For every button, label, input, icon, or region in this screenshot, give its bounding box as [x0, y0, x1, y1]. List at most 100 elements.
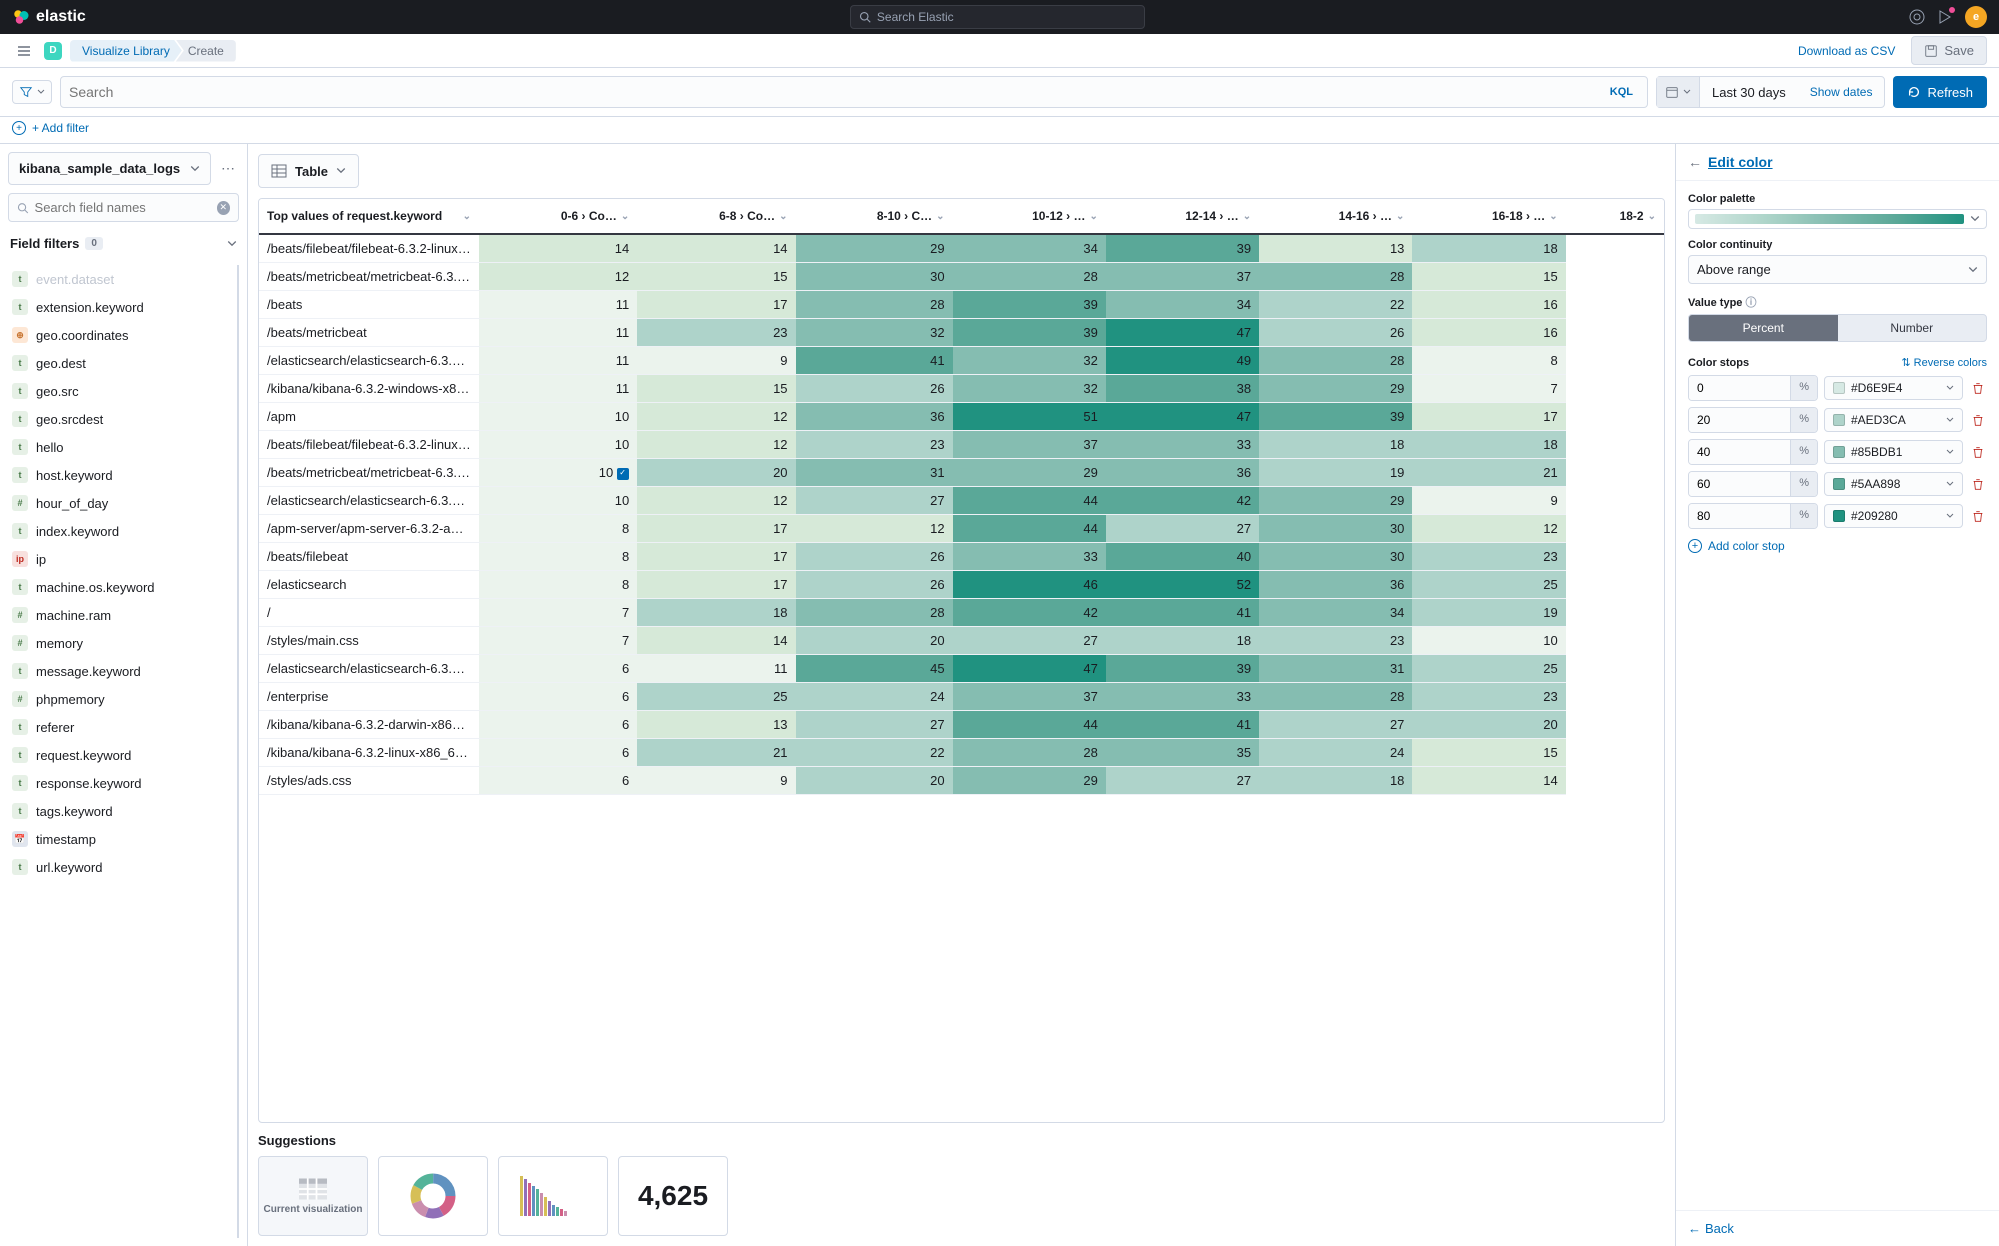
row-label[interactable]: /kibana/kibana-6.3.2-darwin-x86_64.tar.…: [259, 711, 479, 739]
table-cell[interactable]: 12: [637, 431, 795, 459]
table-cell[interactable]: 11: [637, 655, 795, 683]
table-cell[interactable]: 8: [479, 543, 637, 571]
table-cell[interactable]: 28: [796, 599, 953, 627]
column-header[interactable]: 0-6 › Co…⌄: [479, 199, 637, 234]
table-cell[interactable]: 18: [1259, 767, 1412, 795]
table-cell[interactable]: 23: [637, 319, 795, 347]
table-cell[interactable]: 52: [1106, 571, 1259, 599]
global-search[interactable]: Search Elastic: [850, 5, 1145, 29]
table-cell[interactable]: 6: [479, 655, 637, 683]
table-cell[interactable]: 17: [637, 291, 795, 319]
table-cell[interactable]: 49: [1106, 347, 1259, 375]
table-cell[interactable]: 20: [637, 459, 795, 487]
table-cell[interactable]: 12: [479, 263, 637, 291]
row-label[interactable]: /beats/metricbeat: [259, 319, 479, 347]
query-input[interactable]: [69, 84, 1604, 100]
table-cell[interactable]: 22: [1259, 291, 1412, 319]
date-quick-select-button[interactable]: [1657, 77, 1700, 107]
table-cell[interactable]: 20: [796, 627, 953, 655]
stop-value-field[interactable]: [1689, 376, 1790, 400]
table-cell[interactable]: 45: [796, 655, 953, 683]
table-cell[interactable]: 33: [1106, 431, 1259, 459]
table-cell[interactable]: 28: [796, 291, 953, 319]
table-cell[interactable]: 29: [953, 459, 1106, 487]
table-cell[interactable]: 8: [1412, 347, 1565, 375]
field-item[interactable]: tmachine.os.keyword: [8, 573, 237, 601]
column-header[interactable]: 18-2⌄: [1566, 199, 1664, 234]
table-cell[interactable]: 25: [1412, 655, 1565, 683]
table-cell[interactable]: 12: [637, 403, 795, 431]
show-dates-button[interactable]: Show dates: [1798, 85, 1885, 99]
table-cell[interactable]: 41: [796, 347, 953, 375]
row-label[interactable]: /beats: [259, 291, 479, 319]
table-cell[interactable]: 21: [1412, 459, 1565, 487]
field-item[interactable]: #machine.ram: [8, 601, 237, 629]
table-cell[interactable]: 36: [796, 403, 953, 431]
suggestion-metric[interactable]: 4,625: [618, 1156, 728, 1236]
table-cell[interactable]: 23: [1412, 543, 1565, 571]
table-cell[interactable]: 10: [479, 487, 637, 515]
row-label[interactable]: /elasticsearch/elasticsearch-6.3.2.deb: [259, 347, 479, 375]
value-type-option[interactable]: Number: [1838, 315, 1987, 341]
table-cell[interactable]: 11: [479, 375, 637, 403]
back-button[interactable]: ← Back: [1688, 1221, 1987, 1236]
table-cell[interactable]: 39: [953, 319, 1106, 347]
table-cell[interactable]: 27: [1106, 767, 1259, 795]
color-stop-color-picker[interactable]: #5AA898: [1824, 472, 1963, 496]
column-header[interactable]: 14-16 › …⌄: [1259, 199, 1412, 234]
row-label[interactable]: /beats/metricbeat/metricbeat-6.3.2-i68…: [259, 459, 479, 487]
color-stop-color-picker[interactable]: #D6E9E4: [1824, 376, 1963, 400]
row-label[interactable]: /kibana/kibana-6.3.2-windows-x86_64.zip: [259, 375, 479, 403]
row-label[interactable]: /beats/filebeat/filebeat-6.3.2-linux-x86…: [259, 234, 479, 263]
table-cell[interactable]: 7: [479, 627, 637, 655]
row-label[interactable]: /styles/ads.css: [259, 767, 479, 795]
stop-value-field[interactable]: [1689, 440, 1790, 464]
suggestion-current[interactable]: Current visualization: [258, 1156, 368, 1236]
table-cell[interactable]: 6: [479, 711, 637, 739]
row-label[interactable]: /: [259, 599, 479, 627]
color-palette-selector[interactable]: [1688, 209, 1987, 229]
help-icon[interactable]: [1909, 9, 1925, 25]
table-cell[interactable]: 28: [1259, 263, 1412, 291]
color-stop-color-picker[interactable]: #AED3CA: [1824, 408, 1963, 432]
table-cell[interactable]: 12: [637, 487, 795, 515]
table-cell[interactable]: 11: [479, 347, 637, 375]
table-cell[interactable]: 35: [1106, 739, 1259, 767]
download-csv-button[interactable]: Download as CSV: [1790, 40, 1903, 62]
table-cell[interactable]: 37: [953, 431, 1106, 459]
table-cell[interactable]: 15: [637, 263, 795, 291]
table-cell[interactable]: 8: [479, 515, 637, 543]
table-cell[interactable]: 23: [796, 431, 953, 459]
table-cell[interactable]: 25: [637, 683, 795, 711]
stop-value-field[interactable]: [1689, 408, 1790, 432]
field-item[interactable]: ipip: [8, 545, 237, 573]
column-header[interactable]: 10-12 › …⌄: [953, 199, 1106, 234]
table-cell[interactable]: 36: [1259, 571, 1412, 599]
table-cell[interactable]: 18: [1106, 627, 1259, 655]
table-cell[interactable]: 30: [796, 263, 953, 291]
table-cell[interactable]: 38: [1106, 375, 1259, 403]
kql-toggle[interactable]: KQL: [1604, 84, 1639, 100]
nav-toggle-button[interactable]: [12, 39, 36, 63]
table-cell[interactable]: 18: [1259, 431, 1412, 459]
field-item[interactable]: tindex.keyword: [8, 517, 237, 545]
field-item[interactable]: tmessage.keyword: [8, 657, 237, 685]
table-cell[interactable]: 9: [637, 767, 795, 795]
table-cell[interactable]: 12: [796, 515, 953, 543]
delete-stop-button[interactable]: [1969, 379, 1987, 397]
field-item[interactable]: tgeo.dest: [8, 349, 237, 377]
table-cell[interactable]: 30: [1259, 543, 1412, 571]
field-item[interactable]: treferer: [8, 713, 237, 741]
table-cell[interactable]: 10: [479, 431, 637, 459]
table-cell[interactable]: 10: [1412, 627, 1565, 655]
suggestion-bar[interactable]: [498, 1156, 608, 1236]
refresh-button[interactable]: Refresh: [1893, 76, 1987, 108]
row-label[interactable]: /elasticsearch: [259, 571, 479, 599]
table-cell[interactable]: 28: [953, 739, 1106, 767]
table-cell[interactable]: 14: [1412, 767, 1565, 795]
table-cell[interactable]: 18: [1412, 234, 1565, 263]
table-cell[interactable]: 39: [953, 291, 1106, 319]
row-label[interactable]: /elasticsearch/elasticsearch-6.3.2.zip: [259, 655, 479, 683]
table-cell[interactable]: 31: [1259, 655, 1412, 683]
field-item[interactable]: thello: [8, 433, 237, 461]
